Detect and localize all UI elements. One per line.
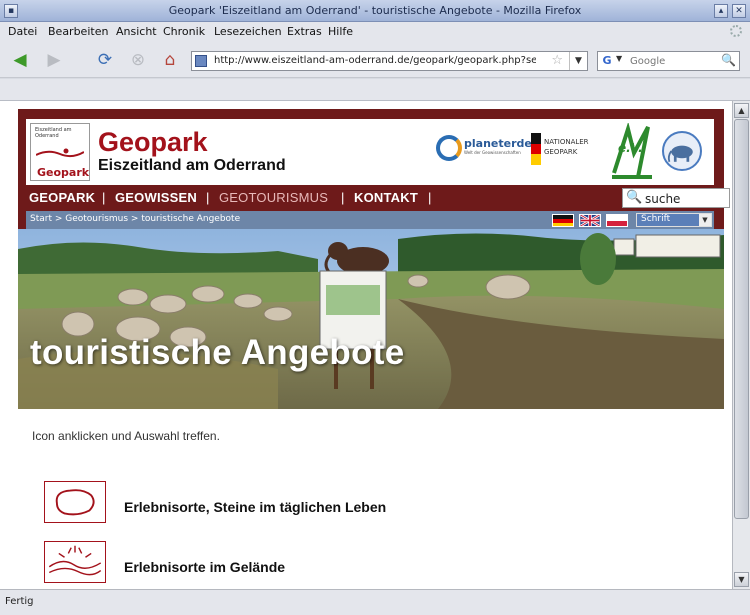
site-frame: Eiszeitland am Oderrand Geopark Geopark … — [18, 109, 730, 589]
logo-wave-icon — [36, 148, 84, 158]
forward-arrow-icon[interactable]: ▶ — [44, 50, 64, 70]
ev-label: e.V. — [618, 141, 643, 155]
nav-separator: | — [428, 190, 432, 205]
status-bar: Fertig — [0, 589, 750, 615]
navigation-toolbar: ◀ ▶ ⟳ ⊗ ⌂ http://www.eiszeitland-am-oder… — [0, 42, 750, 78]
breadcrumb-bar: Start > Geotourismus > touristische Ange… — [26, 211, 714, 229]
nav-geotourismus[interactable]: GEOTOURISMUS — [219, 190, 328, 205]
menu-bar: Datei Bearbeiten Ansicht Chronik Lesezei… — [0, 22, 750, 42]
scroll-up-icon[interactable]: ▲ — [734, 103, 749, 118]
maximize-icon[interactable]: ▴ — [714, 4, 728, 18]
menu-lesezeichen[interactable]: Lesezeichen — [214, 25, 282, 38]
german-flag-stripe-icon — [531, 133, 541, 165]
search-icon[interactable]: 🔍 — [721, 53, 736, 67]
nav-kontakt[interactable]: KONTAKT — [354, 190, 418, 205]
planeterde-logo-icon[interactable] — [436, 135, 462, 161]
main-navigation: GEOPARK | GEOWISSEN | GEOTOURISMUS | KON… — [26, 185, 730, 211]
hero-image: touristische Angebote — [18, 229, 724, 409]
vertical-scrollbar[interactable]: ▲ ▼ — [732, 101, 750, 589]
engine-dropdown-icon[interactable]: ▼ — [616, 54, 622, 63]
menu-hilfe[interactable]: Hilfe — [328, 25, 353, 38]
menu-chronik[interactable]: Chronik — [163, 25, 205, 38]
stone-outline-icon[interactable] — [44, 481, 106, 523]
window-menu-icon[interactable]: ▪ — [4, 4, 18, 18]
browser-search-input[interactable] — [630, 54, 718, 68]
menu-bearbeiten[interactable]: Bearbeiten — [48, 25, 108, 38]
breadcrumb[interactable]: Start > Geotourismus > touristische Ange… — [30, 214, 240, 224]
content-area: Icon anklicken und Auswahl treffen. Erle… — [18, 409, 724, 589]
menu-datei[interactable]: Datei — [8, 25, 37, 38]
ng-line2: GEOPARK — [544, 148, 578, 156]
chevron-down-icon[interactable]: ▼ — [699, 214, 711, 226]
throbber-icon — [730, 25, 742, 37]
site-search-field[interactable]: 🔍 suche — [622, 188, 730, 208]
status-text: Fertig — [5, 596, 34, 607]
browser-search-box[interactable]: G ▼ 🔍 — [597, 51, 740, 71]
site-header: Eiszeitland am Oderrand Geopark Geopark … — [26, 119, 714, 185]
intro-text: Icon anklicken und Auswahl treffen. — [32, 429, 220, 443]
window-title: Geopark 'Eiszeitland am Oderrand' - tour… — [168, 4, 582, 17]
menu-ansicht[interactable]: Ansicht — [116, 25, 157, 38]
scrollbar-thumb[interactable] — [734, 119, 749, 519]
scroll-down-icon[interactable]: ▼ — [734, 572, 749, 587]
site-favicon-icon — [195, 55, 207, 67]
landscape-photo — [18, 229, 724, 409]
page-viewport: Eiszeitland am Oderrand Geopark Geopark … — [0, 101, 732, 589]
menu-extras[interactable]: Extras — [287, 25, 322, 38]
nav-separator: | — [206, 190, 210, 205]
bookmark-star-icon[interactable]: ☆ — [551, 53, 563, 68]
hero-title: touristische Angebote — [30, 333, 405, 372]
item-erlebnisorte-gelaende[interactable]: Erlebnisorte im Gelände — [124, 559, 285, 575]
nationaler-geopark-label[interactable]: NATIONALER GEOPARK — [544, 137, 589, 157]
url-bar[interactable]: http://www.eiszeitland-am-oderrand.de/ge… — [191, 51, 588, 71]
planeterde-subtitle: Welt der Geowissenschaften — [464, 150, 521, 155]
url-text: http://www.eiszeitland-am-oderrand.de/ge… — [214, 55, 536, 66]
nav-separator: | — [341, 190, 345, 205]
nav-geowissen[interactable]: GEOWISSEN — [115, 190, 197, 205]
bookmarks-toolbar — [0, 79, 750, 101]
home-icon[interactable]: ⌂ — [160, 50, 180, 70]
brand-title: Geopark — [98, 127, 208, 157]
item-erlebnisorte-steine[interactable]: Erlebnisorte, Steine im täglichen Leben — [124, 499, 386, 515]
stop-icon[interactable]: ⊗ — [128, 50, 148, 70]
font-size-select[interactable]: Schrift ▼ — [636, 213, 712, 227]
reload-icon[interactable]: ⟳ — [95, 50, 115, 70]
nav-geopark[interactable]: GEOPARK — [29, 190, 95, 205]
flag-de-icon[interactable] — [552, 214, 574, 227]
url-dropdown-icon[interactable]: ▼ — [569, 52, 587, 70]
planeterde-label: planeterde — [464, 137, 532, 150]
landscape-sun-icon[interactable] — [44, 541, 106, 583]
close-icon[interactable]: ✕ — [732, 4, 746, 18]
window-titlebar: ▪ Geopark 'Eiszeitland am Oderrand' - to… — [0, 0, 750, 22]
flag-uk-icon[interactable] — [579, 214, 601, 227]
nav-separator: | — [102, 190, 106, 205]
google-engine-icon[interactable]: G — [600, 54, 614, 68]
site-search-icon[interactable]: 🔍 — [626, 190, 642, 205]
logo-small-text: Eiszeitland am Oderrand — [35, 127, 72, 139]
back-arrow-icon[interactable]: ◀ — [10, 50, 30, 70]
brand-subtitle: Eiszeitland am Oderrand — [98, 157, 286, 174]
mammoth-badge-icon[interactable] — [662, 131, 702, 171]
font-size-select-label: Schrift — [641, 214, 671, 224]
geopark-logo[interactable]: Eiszeitland am Oderrand Geopark — [30, 123, 90, 181]
ng-line1: NATIONALER — [544, 138, 589, 146]
site-search-value: suche — [645, 192, 681, 206]
flag-pl-icon[interactable] — [606, 214, 628, 227]
logo-label: Geopark — [37, 166, 90, 179]
